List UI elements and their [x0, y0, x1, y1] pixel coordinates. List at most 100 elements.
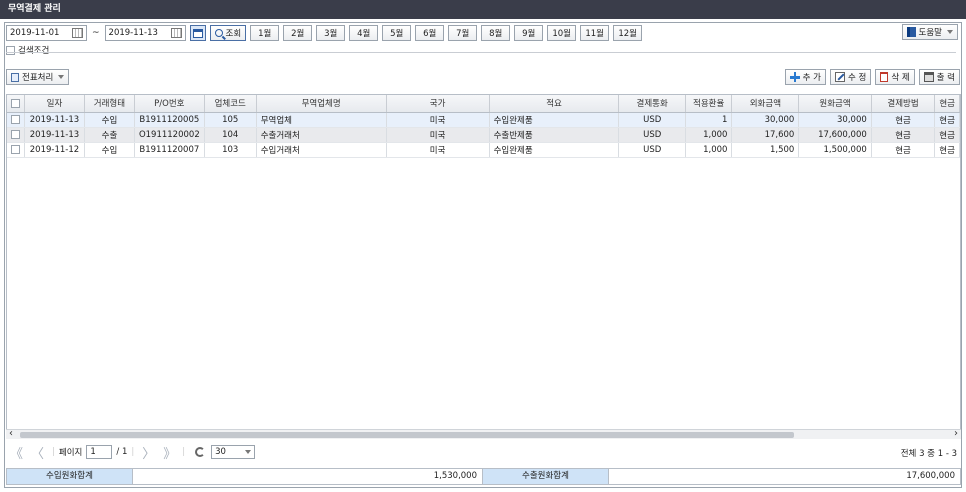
totals-footer: 수입원화합계 1,530,000 수출원화합계 17,600,000	[6, 468, 961, 485]
cell-code: 105	[204, 112, 257, 128]
cell-foreign: 1,500	[731, 142, 800, 158]
column-header[interactable]: 결제통화	[618, 95, 686, 113]
month-button-2[interactable]: 2월	[283, 25, 313, 41]
chevron-down-icon	[58, 75, 65, 79]
date-to-field[interactable]: 2019-11-13	[104, 25, 186, 41]
cell-vendor: 무역업체	[256, 112, 387, 128]
column-header[interactable]: 결제방법	[871, 95, 936, 113]
column-header[interactable]: 거래형태	[84, 95, 135, 113]
cell-date: 2019-11-12	[24, 142, 85, 158]
import-total-value: 1,530,000	[133, 469, 483, 484]
column-header[interactable]: 무역업체명	[256, 95, 387, 113]
column-header[interactable]: 원화금액	[798, 95, 872, 113]
column-header[interactable]: P/O번호	[134, 95, 205, 113]
table-row[interactable]: 2019-11-13 수입 B1911120005 105 무역업체 미국 수입…	[7, 112, 960, 128]
cell-foreign: 17,600	[731, 127, 800, 143]
table-row[interactable]: 2019-11-12 수입 B1911120007 103 수입거래처 미국 수…	[7, 142, 960, 158]
calendar-picker-button[interactable]	[189, 25, 206, 41]
search-condition-label: 검색조건	[18, 46, 50, 56]
calendar-icon	[192, 28, 203, 38]
calendar-icon[interactable]	[170, 28, 182, 38]
column-header[interactable]: 업체코드	[204, 95, 257, 113]
column-header[interactable]: 일자	[24, 95, 85, 113]
search-icon	[214, 29, 223, 37]
month-button-9[interactable]: 9월	[514, 25, 544, 41]
search-toolbar: 2019-11-01 ~ 2019-11-13 조회 1월 2월 3월 4월 5…	[6, 24, 643, 42]
select-all-header[interactable]	[7, 95, 25, 113]
next-page-icon[interactable]: 〉	[142, 443, 155, 462]
page-size-value: 30	[215, 447, 226, 457]
divider: |	[52, 447, 55, 457]
add-button[interactable]: 추 가	[784, 69, 826, 85]
page-number-input[interactable]: 1	[86, 445, 113, 459]
search-button-label: 조회	[225, 29, 242, 39]
month-button-7[interactable]: 7월	[448, 25, 478, 41]
cell-code: 103	[204, 142, 257, 158]
column-header[interactable]: 외화금액	[731, 95, 800, 113]
help-button[interactable]: 도움말	[901, 24, 958, 40]
month-button-5[interactable]: 5월	[382, 25, 412, 41]
voucher-process-dropdown[interactable]: 전표처리	[6, 69, 70, 85]
month-button-8[interactable]: 8월	[481, 25, 511, 41]
chevron-down-icon	[245, 450, 252, 454]
column-header[interactable]: 적용환율	[685, 95, 733, 113]
cell-extra: 현금	[934, 127, 960, 143]
select-all-checkbox[interactable]	[11, 98, 20, 108]
cell-method: 현금	[871, 127, 936, 143]
edit-label: 수 정	[847, 73, 867, 83]
chevron-down-icon	[947, 30, 953, 34]
row-checkbox[interactable]	[11, 130, 20, 139]
scroll-right-icon[interactable]: ›	[954, 428, 958, 439]
month-button-12[interactable]: 12월	[613, 25, 643, 41]
plus-icon	[789, 72, 800, 82]
delete-button[interactable]: 삭 제	[875, 69, 915, 85]
last-page-icon[interactable]: 》	[163, 443, 176, 462]
date-to-value: 2019-11-13	[108, 28, 158, 38]
row-checkbox[interactable]	[11, 145, 20, 154]
first-page-icon[interactable]: 《	[10, 443, 23, 462]
cell-memo: 수입완제품	[489, 142, 620, 158]
search-button[interactable]: 조회	[209, 25, 247, 41]
cell-krw: 17,600,000	[798, 127, 872, 143]
divider: |	[131, 447, 135, 457]
cell-rate: 1,000	[685, 142, 733, 158]
calendar-icon[interactable]	[72, 28, 83, 38]
column-header[interactable]: 적요	[489, 95, 620, 113]
print-button[interactable]: 출 력	[918, 69, 960, 85]
search-condition-toggle[interactable]: 검색조건	[6, 44, 49, 56]
month-button-3[interactable]: 3월	[316, 25, 346, 41]
table-row[interactable]: 2019-11-13 수출 O1911120002 104 수출거래처 미국 수…	[7, 127, 960, 143]
date-from-field[interactable]: 2019-11-01	[6, 25, 87, 41]
cell-krw: 1,500,000	[798, 142, 872, 158]
cell-memo: 수입완제품	[489, 112, 620, 128]
month-button-4[interactable]: 4월	[349, 25, 379, 41]
page-label: 페이지	[58, 448, 83, 458]
cell-krw: 30,000	[798, 112, 872, 128]
search-condition-checkbox[interactable]	[6, 45, 15, 55]
month-button-6[interactable]: 6월	[415, 25, 445, 41]
column-header[interactable]: 현금	[934, 95, 960, 113]
column-header[interactable]: 국가	[386, 95, 490, 113]
cell-extra: 현금	[934, 142, 960, 158]
document-icon	[11, 72, 19, 82]
delete-label: 삭 제	[891, 73, 910, 83]
prev-page-icon[interactable]: 〈	[31, 443, 44, 462]
month-button-1[interactable]: 1월	[250, 25, 280, 41]
row-checkbox[interactable]	[11, 115, 20, 124]
pagination: 《 〈 | 페이지 1 / 1 | 〉 》 | 30 전체 3 중 1 - 3	[6, 442, 961, 462]
month-button-10[interactable]: 10월	[547, 25, 577, 41]
scrollbar-thumb[interactable]	[20, 432, 794, 438]
cell-po: B1911120005	[134, 112, 205, 128]
window-title: 무역결제 관리	[0, 0, 966, 19]
cell-extra: 현금	[934, 112, 960, 128]
cell-type: 수입	[84, 142, 135, 158]
cell-method: 현금	[871, 142, 936, 158]
horizontal-scrollbar[interactable]: ‹ ›	[6, 428, 961, 439]
scroll-left-icon[interactable]: ‹	[9, 428, 13, 439]
refresh-icon[interactable]	[195, 447, 206, 457]
edit-button[interactable]: 수 정	[829, 69, 872, 85]
print-label: 출 력	[936, 73, 955, 83]
month-button-11[interactable]: 11월	[580, 25, 610, 41]
page-size-select[interactable]: 30	[211, 445, 256, 459]
cell-currency: USD	[618, 142, 686, 158]
